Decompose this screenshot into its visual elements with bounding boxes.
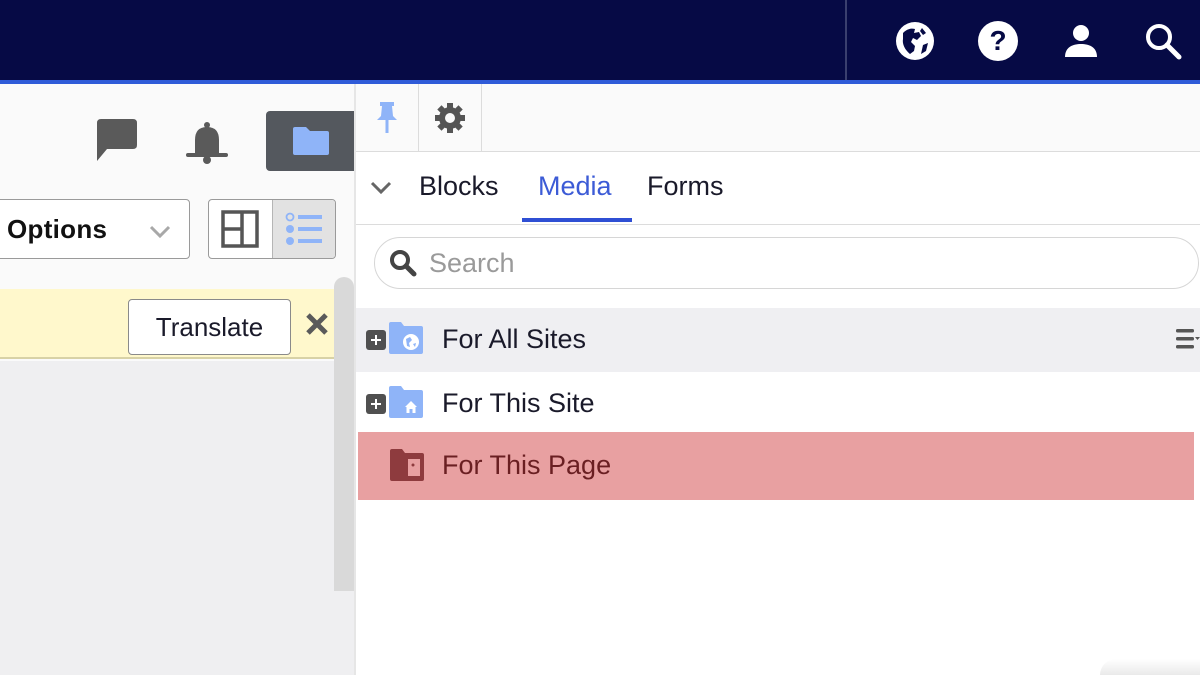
media-folder-button[interactable] bbox=[266, 111, 356, 171]
grid-layout-button[interactable] bbox=[209, 200, 272, 258]
top-navigation-bar: ? bbox=[0, 0, 1200, 80]
translate-button[interactable]: Translate bbox=[128, 299, 291, 355]
list-icon bbox=[285, 212, 322, 245]
tab-media[interactable]: Media bbox=[538, 171, 612, 202]
search-input[interactable] bbox=[429, 247, 1129, 279]
gear-icon bbox=[435, 103, 465, 133]
view-mode-toggle bbox=[208, 199, 336, 259]
topbar-divider bbox=[845, 0, 847, 80]
search-icon bbox=[390, 250, 417, 277]
expand-icon[interactable] bbox=[366, 330, 386, 350]
tree-item-for-this-site[interactable]: For This Site bbox=[356, 372, 1200, 436]
corner-shadow bbox=[1100, 659, 1200, 675]
chat-icon[interactable] bbox=[92, 116, 140, 164]
help-icon[interactable]: ? bbox=[975, 18, 1021, 64]
tab-blocks[interactable]: Blocks bbox=[419, 171, 499, 202]
panel-tabs: Blocks Media Forms bbox=[356, 153, 1200, 225]
media-search bbox=[374, 237, 1199, 289]
editor-pane: Options Translate bbox=[0, 84, 356, 675]
pin-button[interactable] bbox=[356, 84, 419, 152]
options-dropdown-label: Options bbox=[7, 213, 108, 244]
tab-forms[interactable]: Forms bbox=[647, 171, 724, 202]
pin-icon bbox=[377, 102, 397, 133]
chevron-down-icon bbox=[147, 218, 173, 249]
grid-layout-icon bbox=[221, 210, 260, 248]
editor-content-area bbox=[0, 361, 355, 675]
active-tab-indicator bbox=[522, 218, 632, 222]
panel-toolbar bbox=[356, 84, 1200, 152]
tree-item-label: For This Site bbox=[442, 388, 595, 418]
search-icon[interactable] bbox=[1140, 18, 1186, 64]
translate-bar: Translate bbox=[0, 289, 355, 359]
list-layout-button[interactable] bbox=[271, 200, 335, 258]
settings-button[interactable] bbox=[419, 84, 482, 152]
bell-icon[interactable] bbox=[184, 120, 230, 166]
scrollbar[interactable] bbox=[334, 277, 354, 591]
row-menu-icon[interactable] bbox=[1164, 326, 1200, 352]
options-dropdown[interactable]: Options bbox=[0, 199, 190, 259]
tree-item-for-this-page[interactable]: For This Page bbox=[358, 432, 1194, 500]
tree-item-label: For All Sites bbox=[442, 324, 587, 354]
globe-folder-icon bbox=[388, 321, 424, 360]
tree-item-label: For This Page bbox=[442, 450, 612, 480]
globe-icon[interactable] bbox=[892, 18, 938, 64]
media-panel: Blocks Media Forms For All Sites For Thi… bbox=[356, 84, 1200, 675]
collapse-chevron-icon[interactable] bbox=[368, 175, 394, 201]
page-folder-icon bbox=[389, 448, 425, 487]
svg-text:?: ? bbox=[989, 25, 1006, 56]
expand-icon[interactable] bbox=[366, 394, 386, 414]
close-icon[interactable] bbox=[302, 309, 332, 339]
folder-icon bbox=[293, 127, 329, 155]
home-folder-icon bbox=[388, 385, 424, 424]
user-icon[interactable] bbox=[1058, 18, 1104, 64]
tree-item-for-all-sites[interactable]: For All Sites bbox=[356, 308, 1200, 372]
